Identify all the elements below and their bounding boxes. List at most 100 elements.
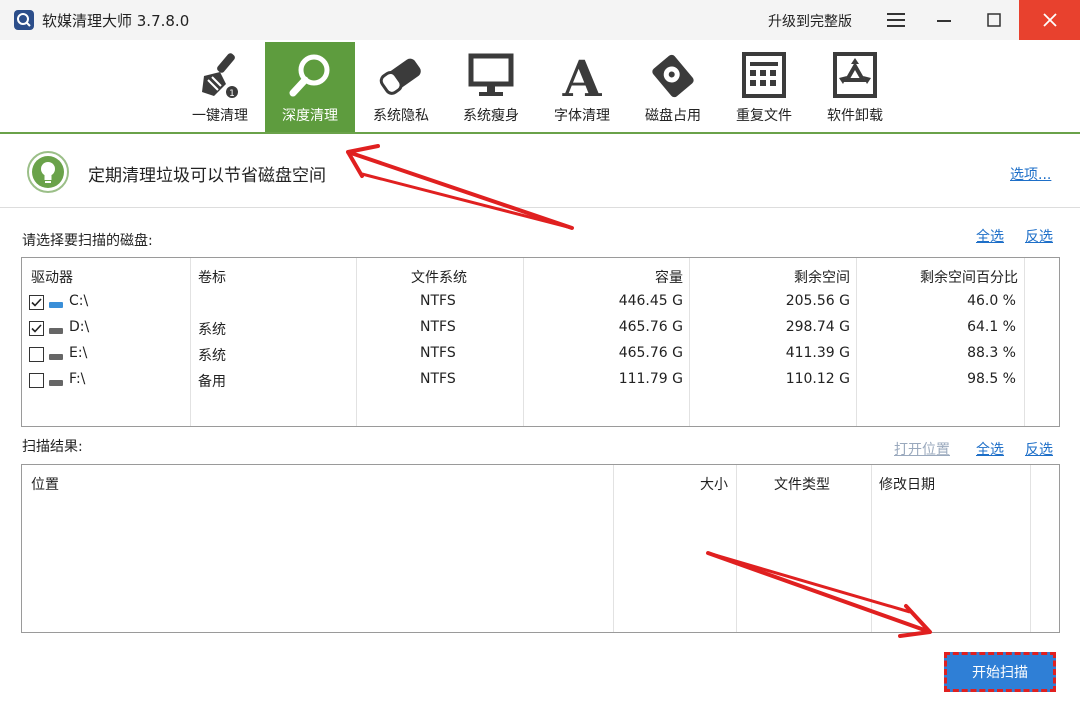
disk-select-all-link[interactable]: 全选 xyxy=(976,226,1004,246)
duplicate-file-icon xyxy=(742,52,786,98)
column-divider xyxy=(689,258,690,426)
file-system-cell: NTFS xyxy=(420,345,456,361)
drive-checkbox[interactable] xyxy=(29,295,44,310)
header-free-percent[interactable]: 剩余空间百分比 xyxy=(920,267,1018,287)
capacity-cell: 465.76 G xyxy=(618,345,683,361)
free-space-cell: 411.39 G xyxy=(785,345,850,361)
font-icon: A xyxy=(562,50,603,102)
tool-duplicate-files[interactable]: 重复文件 xyxy=(719,42,809,132)
maximize-button[interactable] xyxy=(970,0,1018,40)
tool-label: 字体清理 xyxy=(554,108,610,124)
broom-icon: 1 xyxy=(202,53,238,99)
tool-label: 软件卸载 xyxy=(827,108,883,124)
disk-icon xyxy=(652,54,694,98)
drive-icon xyxy=(49,354,63,360)
lightbulb-icon xyxy=(26,150,70,194)
drive-checkbox[interactable] xyxy=(29,347,44,362)
column-divider xyxy=(856,258,857,426)
capacity-cell: 111.79 G xyxy=(618,371,683,387)
volume-label-cell: 备用 xyxy=(198,374,226,390)
header-location[interactable]: 位置 xyxy=(31,474,59,494)
free-percent-cell: 46.0 % xyxy=(967,293,1016,309)
drive-checkbox[interactable] xyxy=(29,321,44,336)
eraser-icon xyxy=(379,58,421,95)
maximize-icon xyxy=(987,13,1001,27)
divider xyxy=(0,207,1080,208)
disk-section-label: 请选择要扫描的磁盘: xyxy=(22,233,153,249)
column-divider xyxy=(613,465,614,632)
column-divider xyxy=(871,465,872,632)
svg-text:1: 1 xyxy=(229,89,235,99)
disk-table: 驱动器 卷标 文件系统 容量 剩余空间 剩余空间百分比 C:\ NTFS 446… xyxy=(21,257,1060,427)
tool-uninstall[interactable]: 软件卸载 xyxy=(810,42,900,132)
column-divider xyxy=(736,465,737,632)
header-capacity[interactable]: 容量 xyxy=(655,267,683,287)
drive-cell: D:\ xyxy=(69,319,90,335)
tool-label: 深度清理 xyxy=(282,108,338,124)
header-volume-label[interactable]: 卷标 xyxy=(198,267,226,287)
window-title: 软媒清理大师 3.7.8.0 xyxy=(42,12,190,30)
drive-icon xyxy=(49,380,63,386)
annotation-arrow xyxy=(346,144,574,230)
drive-checkbox[interactable] xyxy=(29,373,44,388)
results-table: 位置 大小 文件类型 修改日期 xyxy=(21,464,1060,633)
volume-label-cell: 系统 xyxy=(198,322,226,338)
minimize-icon xyxy=(937,20,951,22)
capacity-cell: 465.76 G xyxy=(618,319,683,335)
menu-button[interactable] xyxy=(872,0,920,40)
file-system-cell: NTFS xyxy=(420,293,456,309)
free-percent-cell: 88.3 % xyxy=(967,345,1016,361)
app-logo-icon xyxy=(14,10,34,30)
results-select-all-link[interactable]: 全选 xyxy=(976,439,1004,459)
column-divider xyxy=(190,258,191,426)
disk-invert-link[interactable]: 反选 xyxy=(1025,226,1053,246)
tool-disk-usage[interactable]: 磁盘占用 xyxy=(628,42,718,132)
column-divider xyxy=(1024,258,1025,426)
column-divider xyxy=(1030,465,1031,632)
tip-text: 定期清理垃圾可以节省磁盘空间 xyxy=(88,166,326,186)
tool-label: 磁盘占用 xyxy=(645,108,701,124)
header-drive[interactable]: 驱动器 xyxy=(31,267,73,287)
tool-label: 重复文件 xyxy=(736,108,792,124)
free-space-cell: 110.12 G xyxy=(785,371,850,387)
hamburger-icon xyxy=(887,13,905,27)
free-percent-cell: 64.1 % xyxy=(967,319,1016,335)
open-location-link[interactable]: 打开位置 xyxy=(894,439,950,459)
recycle-icon xyxy=(833,52,877,98)
file-system-cell: NTFS xyxy=(420,319,456,335)
tool-system-slim[interactable]: 系统瘦身 xyxy=(446,42,536,132)
monitor-icon xyxy=(468,53,514,96)
file-system-cell: NTFS xyxy=(420,371,456,387)
options-link[interactable]: 选项... xyxy=(1010,164,1051,184)
system-drive-icon xyxy=(49,302,63,308)
column-divider xyxy=(356,258,357,426)
drive-cell: C:\ xyxy=(69,293,89,309)
drive-cell: E:\ xyxy=(69,345,88,361)
capacity-cell: 446.45 G xyxy=(618,293,683,309)
column-divider xyxy=(523,258,524,426)
start-scan-button[interactable]: 开始扫描 xyxy=(944,652,1056,692)
close-icon xyxy=(1042,13,1057,27)
tool-label: 一键清理 xyxy=(192,108,248,124)
drive-cell: F:\ xyxy=(69,371,86,387)
upgrade-link[interactable]: 升级到完整版 xyxy=(768,11,852,31)
close-button[interactable] xyxy=(1019,0,1080,40)
header-modified-date[interactable]: 修改日期 xyxy=(879,474,935,494)
tool-one-click-clean[interactable]: 1 一键清理 xyxy=(175,42,265,132)
free-space-cell: 205.56 G xyxy=(785,293,850,309)
minimize-button[interactable] xyxy=(920,0,968,40)
free-percent-cell: 98.5 % xyxy=(967,371,1016,387)
tool-font-clean[interactable]: A 字体清理 xyxy=(537,42,627,132)
magnifier-icon xyxy=(289,54,330,97)
header-free-space[interactable]: 剩余空间 xyxy=(794,267,850,287)
volume-label-cell: 系统 xyxy=(198,348,226,364)
tool-system-privacy[interactable]: 系统隐私 xyxy=(356,42,446,132)
results-invert-link[interactable]: 反选 xyxy=(1025,439,1053,459)
header-size[interactable]: 大小 xyxy=(700,474,728,494)
drive-icon xyxy=(49,328,63,334)
tool-label: 系统瘦身 xyxy=(463,108,519,124)
header-file-type[interactable]: 文件类型 xyxy=(774,474,830,494)
tool-deep-clean[interactable]: 深度清理 xyxy=(265,42,355,132)
svg-text:A: A xyxy=(562,50,603,102)
header-file-system[interactable]: 文件系统 xyxy=(411,267,467,287)
